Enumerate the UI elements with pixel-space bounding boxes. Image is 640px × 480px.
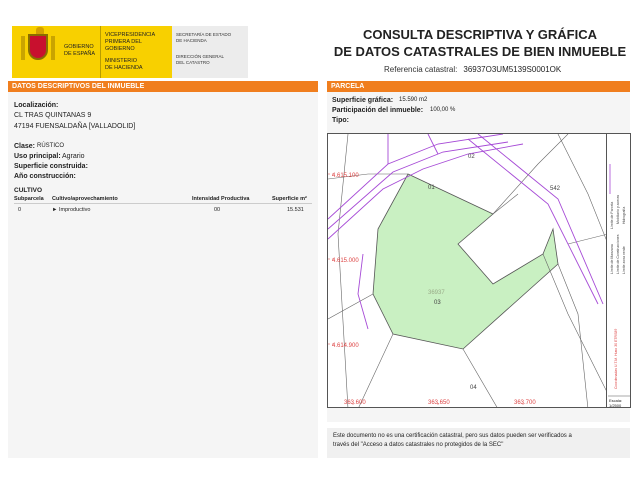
parcela-header: PARCELA [327,81,630,92]
parcel-label-36937: 36937 [428,290,445,296]
note-line1: Este documento no es una certificación c… [333,433,572,439]
descriptive-data-header: DATOS DESCRIPTIVOS DEL INMUEBLE [8,81,318,92]
col-superficie: Superficie m² [272,196,307,202]
legend-item-2: Límite de Parcela [610,202,614,229]
address-line2: 47194 FUENSALDAÑA [VALLADOLID] [14,123,136,130]
superficie-grafica-label: Superficie gráfica: [332,97,394,104]
table-row: 0 ► Improductivo 00 15.531 [14,207,312,215]
y-label-1: 4.615.100 [332,173,359,179]
superficie-construida-label: Superficie construida: [14,163,88,170]
parcel-label-03: 03 [434,300,441,306]
note-line2[interactable]: través del "Acceso a datos catastrales n… [333,441,624,450]
anio-construccion-label: Año construcción: [14,173,76,180]
x-label-3: 363.700 [514,400,536,406]
government-logo-block: GOBIERNO DE ESPAÑA VICEPRESIDENCIA PRIME… [12,26,248,78]
participacion-label: Participación del inmueble: [332,107,424,114]
clase-label: Clase: [14,143,36,150]
y-label-2: 4.615.000 [332,258,359,264]
parcel-label-01: 01 [428,185,435,191]
parcel-36937-area[interactable] [372,173,559,350]
y-label-3: 4.614.900 [332,343,359,349]
legend-drawing: Límite de Manzana Límite de Parcela Lími… [608,164,630,408]
participacion-value: 100,00 % [430,107,456,113]
cell-intensidad: 00 [214,207,221,213]
clase-value: RÚSTICO [37,143,64,149]
col-subparcela: Subparcela [14,196,44,202]
x-label-2: 363.650 [428,400,450,406]
cell-superficie: 15.531 [287,207,304,213]
cultivo-table-header: Subparcela Cultivo/aprovechamiento Inten… [14,196,312,204]
superficie-grafica-value: 15.590 m2 [399,97,428,103]
ministry-names: VICEPRESIDENCIA PRIMERA DEL GOBIERNO MIN… [100,26,172,78]
legend-item-1: Límite de Manzana [610,244,614,274]
uso-value: Agrario [62,153,85,160]
col-cultivo: Cultivo/aprovechamiento [52,196,118,202]
cell-subparcela: 0 [18,207,22,213]
cell-cultivo[interactable]: ► Improductivo [52,207,90,213]
map-drawing: 4.615.100 4.615.000 4.614.900 363.600 36… [328,134,606,407]
verification-note: Este documento no es una certificación c… [327,428,630,458]
col-intensidad: Intensidad Productiva [192,196,250,202]
tipo-label: Tipo: [332,117,349,124]
address-line1: CL TRAS QUINTANAS 9 [14,112,92,119]
map-legend: Límite de Manzana Límite de Parcela Lími… [607,133,631,408]
cultivo-title: CULTIVO [14,187,43,194]
parcel-label-04: 04 [470,385,477,391]
legend-ref: Coordenadas U.T.M. Huso 30 ETRS89 [614,329,618,389]
localizacion-label: Localización: [14,102,59,109]
parcel-label-542: 542 [550,186,561,192]
gov-name: GOBIERNO DE ESPAÑA [64,44,96,57]
directorate-names: SECRETARÍA DE ESTADO DE HACIENDA DIRECCI… [172,26,248,78]
legend-item-5: Límite zona verde [622,246,626,274]
legend-item-6: Hidrografía [622,207,626,224]
cadastral-reference: Referencia catastral: 36937O3UM5139S0001O… [384,65,562,74]
legend-item-3: Límite de Construcciones [616,234,620,274]
document-title: CONSULTA DESCRIPTIVA Y GRÁFICA DE DATOS … [333,27,627,59]
x-label-1: 363.600 [344,400,366,406]
escala-value: 1/2500 [609,403,622,408]
coat-of-arms-icon [12,26,64,78]
legend-item-4: Mobiliario y aceras [616,195,620,224]
cadastral-map[interactable]: 4.615.100 4.615.000 4.614.900 363.600 36… [327,133,607,408]
parcel-label-02: 02 [468,154,475,160]
uso-label: Uso principal: [14,153,61,160]
